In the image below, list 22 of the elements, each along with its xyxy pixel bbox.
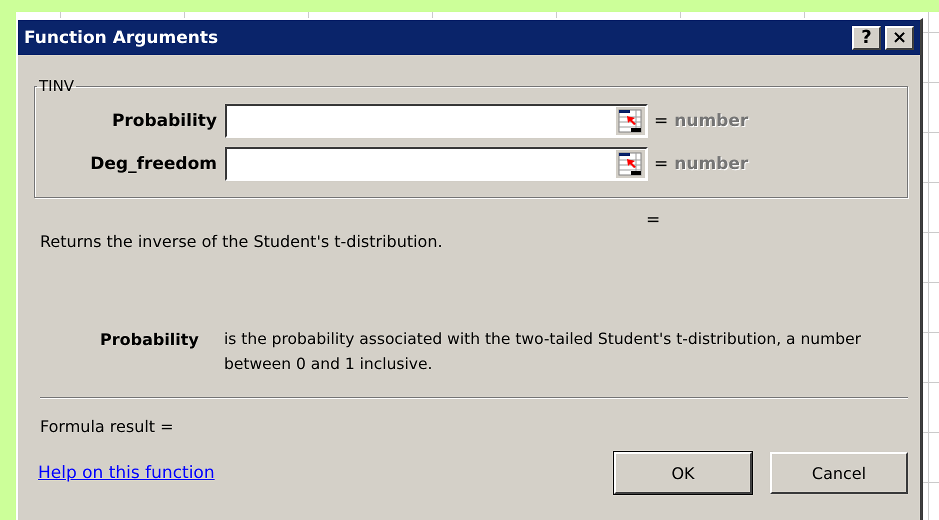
cancel-button[interactable]: Cancel (770, 452, 908, 494)
argument-label: Deg_freedom (89, 154, 218, 174)
function-description: Returns the inverse of the Student's t-distribution. (40, 232, 444, 251)
argument-field[interactable] (225, 104, 648, 138)
equals-sign: = (654, 110, 668, 130)
argument-result: number (674, 110, 748, 130)
argument-description: is the probability associated with the two-tailed Student's t-distribution, a number between 0 and 1 inclusive. (224, 329, 862, 375)
argument-label: Probability (110, 110, 218, 130)
function-result: = (646, 210, 660, 230)
close-button[interactable]: × (885, 26, 914, 50)
help-button[interactable]: ? (852, 26, 881, 50)
argument-name: Probability (100, 329, 200, 351)
window-title: Function Arguments (24, 28, 220, 48)
range-select-icon[interactable] (616, 150, 645, 178)
group-title: TINV (38, 77, 76, 95)
formula-result: Formula result = (40, 417, 174, 436)
help-link[interactable]: Help on this function (38, 463, 596, 483)
equals-sign: = (654, 154, 668, 174)
argument-field[interactable] (225, 146, 648, 180)
argument-result: number (674, 154, 748, 174)
ok-button[interactable]: OK (614, 452, 752, 494)
range-select-icon[interactable] (616, 106, 645, 134)
